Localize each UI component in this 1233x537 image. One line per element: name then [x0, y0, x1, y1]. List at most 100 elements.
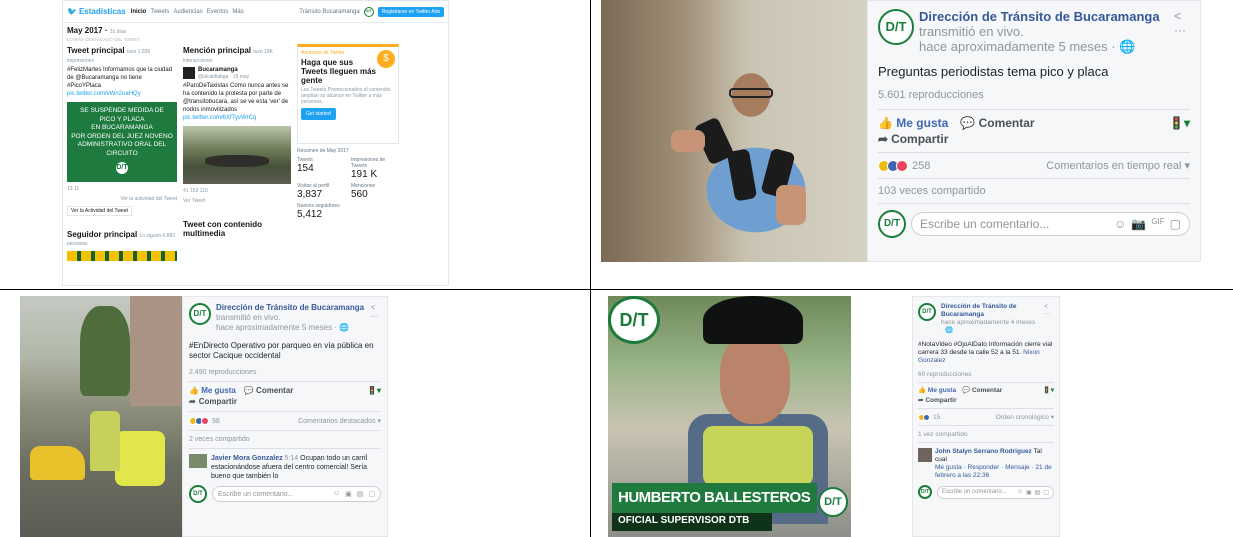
comments-order[interactable]: Comentarios en tiempo real ▾ [1046, 159, 1190, 172]
top-tweet-title: Tweet principal [67, 46, 125, 55]
top-mention-link[interactable]: pic.twitter.com/6XfTyvWrCq [183, 114, 291, 122]
page-name[interactable]: Dirección de Tránsito de Bucaramanga [941, 303, 1017, 318]
comment-button[interactable]: 💬 Comentar [244, 386, 294, 395]
view-tweet-activity-button[interactable]: Ver la Actividad del Tweet [67, 206, 132, 216]
like-button[interactable]: 👍 Me gusta [878, 116, 948, 130]
more-options-icon[interactable]: < ··· [371, 303, 381, 333]
share-button[interactable]: ➦ Compartir [918, 396, 1054, 405]
comments-order[interactable]: Orden cronológico ▾ [996, 413, 1054, 421]
reflective-vest [703, 426, 813, 486]
comment-button[interactable]: 💬 Comentar [962, 386, 1002, 394]
emoji-icon[interactable]: ☺ [333, 490, 340, 498]
comment-placeholder: Escribe un comentario... [942, 489, 1007, 495]
account-name[interactable]: Tránsito Bucaramanga [299, 9, 359, 15]
comment-button[interactable]: 💬 Comentar [960, 116, 1034, 130]
share-count[interactable]: 2 veces compartido [189, 436, 381, 443]
stat-new-followers: Nuevos seguidores 5,412 [297, 203, 345, 220]
ads-signup-button[interactable]: Registrarse en Twitter Ads [377, 6, 444, 17]
top-mention-title: Mención principal [183, 46, 252, 55]
twitter-brand[interactable]: 🐦 Estadísticas [67, 7, 126, 16]
sticker-icon[interactable]: ▢ [1170, 217, 1181, 231]
comment-input[interactable]: Escribe un comentario... ☺ ▣ ▤ ▢ [937, 485, 1054, 499]
stat-value: 560 [351, 189, 368, 200]
fb-post-meta: Dirección de Tránsito de Bucaramanga tra… [216, 303, 366, 333]
comment-placeholder: Escribe un comentario... [920, 217, 1050, 231]
top-tweet-link[interactable]: pic.twitter.com/vWn2uaHQy [67, 90, 177, 98]
view-tweet-activity-link[interactable]: Ver la actividad del Tweet [67, 196, 177, 202]
sticker-icon[interactable]: ▢ [368, 490, 375, 498]
nav-audiences[interactable]: Audiencias [173, 9, 202, 15]
audience-selector[interactable]: 🚦▾ [1043, 386, 1054, 394]
share-count[interactable]: 103 veces compartido [878, 185, 1190, 197]
comment-meta[interactable]: Me gusta · Responder · Mensaje · 21 de f… [935, 464, 1054, 480]
video-parking-operation[interactable] [20, 296, 182, 537]
reaction-icons[interactable] [918, 413, 930, 421]
view-count: 2.490 reproducciones [189, 369, 257, 376]
video-press-interview[interactable] [601, 0, 867, 262]
nav-events[interactable]: Eventos [207, 9, 229, 15]
twitter-bird-icon: 🐦 [67, 7, 77, 16]
month-days: 31 días [109, 29, 127, 35]
commenter-avatar[interactable] [918, 448, 932, 462]
reaction-icons[interactable] [878, 159, 908, 172]
commenter-name[interactable]: John Stalyn Serrano Rodriguez [935, 448, 1032, 455]
more-options-icon[interactable]: < ··· [1174, 9, 1190, 54]
get-started-button[interactable]: Get started [301, 108, 336, 120]
image-line: POR ORDEN DEL JUEZ NOVENO [71, 132, 173, 140]
reaction-count[interactable]: 98 [212, 418, 220, 425]
stat-profile-visits: Visitas al perfil 3,837 [297, 183, 345, 200]
brand-label: Estadísticas [78, 7, 126, 16]
top-tweet-image[interactable]: SE SUSPENDE MEDIDA DE PICO Y PLACA EN BU… [67, 102, 177, 182]
sticker-icon[interactable]: ▢ [1043, 489, 1049, 496]
commenter-name[interactable]: Javier Mora Gonzalez [211, 455, 283, 462]
reaction-icons[interactable] [189, 417, 209, 425]
dtb-logo-icon: D/T [114, 160, 130, 176]
stat-label: Impresiones de Tweets [351, 157, 386, 169]
like-button[interactable]: 👍 Me gusta [189, 386, 236, 395]
nav-home[interactable]: Inicio [131, 9, 147, 15]
page-avatar[interactable]: D/T [878, 9, 914, 45]
page-avatar[interactable]: D/T [918, 303, 936, 321]
emoji-icon[interactable]: ☺ [1017, 489, 1023, 496]
time-text[interactable]: hace aproximadamente 5 meses [919, 39, 1108, 54]
share-count[interactable]: 1 vez compartido [918, 431, 1054, 438]
page-name[interactable]: Dirección de Tránsito de Bucaramanga [216, 303, 364, 312]
reaction-count[interactable]: 15 [933, 414, 940, 421]
gif-icon[interactable]: ▤ [1035, 489, 1041, 496]
nav-more[interactable]: Más [232, 9, 243, 15]
comment-composer: D/T Escribe un comentario... ☺ 📷 GIF ▢ [878, 210, 1190, 238]
palm-tree [80, 306, 130, 396]
comment-input[interactable]: Escribe un comentario... ☺ 📷 GIF ▢ [911, 212, 1190, 236]
page-avatar[interactable]: D/T [189, 303, 211, 325]
video-officer-interview[interactable]: D/T HUMBERTO BALLESTEROS OFICIAL SUPERVI… [608, 296, 851, 537]
camera-icon[interactable]: ▣ [1026, 489, 1032, 496]
like-button[interactable]: 👍 Me gusta [918, 386, 956, 394]
share-button[interactable]: ➦ Compartir [878, 132, 1190, 146]
nav-tweets[interactable]: Tweets [150, 9, 169, 15]
mention-avatar[interactable] [183, 67, 195, 79]
camera-icon[interactable]: ▣ [345, 490, 352, 498]
time-text[interactable]: hace aproximadamente 5 meses [216, 323, 332, 332]
more-options-icon[interactable]: < ··· [1044, 303, 1054, 335]
grid-divider-horizontal [0, 289, 1233, 290]
audience-selector[interactable]: 🚦▾ [1169, 116, 1190, 130]
gif-icon[interactable]: ▤ [357, 490, 364, 498]
time-text[interactable]: hace aproximadamente 4 meses [941, 319, 1035, 326]
taxi [30, 446, 85, 480]
audience-selector[interactable]: 🚦▾ [367, 386, 381, 395]
comments-order[interactable]: Comentarios destacados ▾ [298, 417, 381, 425]
camera-icon[interactable]: 📷 [1131, 217, 1146, 231]
share-button[interactable]: ➦ Compartir [189, 397, 381, 406]
mention-account-name[interactable]: Bucaramanga [198, 66, 249, 74]
commenter-avatar[interactable] [189, 454, 207, 468]
account-avatar[interactable]: D/T [363, 6, 374, 17]
comment-input[interactable]: Escribe un comentario... ☺ ▣ ▤ ▢ [212, 486, 381, 502]
top-mention-photo[interactable] [183, 126, 291, 184]
gif-icon[interactable]: GIF [1151, 217, 1164, 231]
post-time: hace aproximadamente 5 meses · 🌐 [216, 323, 350, 332]
page-name[interactable]: Dirección de Tránsito de Bucaramanga [919, 9, 1160, 24]
reaction-count[interactable]: 258 [912, 160, 930, 172]
view-tweet-link[interactable]: Ver Tweet [183, 198, 291, 204]
comment-item: John Stalyn Serrano Rodriguez Tal cual Me… [918, 448, 1054, 480]
emoji-icon[interactable]: ☺ [1114, 217, 1126, 231]
